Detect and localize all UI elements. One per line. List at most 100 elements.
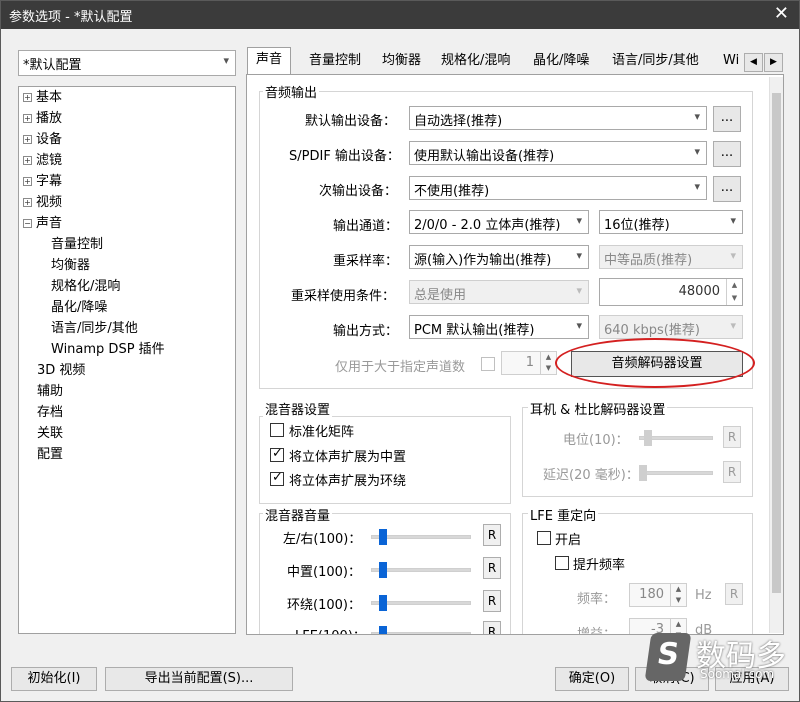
output-channel-select[interactable]: 2/0/0 - 2.0 立体声(推荐) ▾ bbox=[409, 210, 589, 234]
default-device-label: 默认输出设备： bbox=[305, 114, 397, 129]
ok-button[interactable]: 确定(O) bbox=[555, 667, 629, 691]
spdif-value: 使用默认输出设备(推荐) bbox=[414, 149, 555, 164]
delay-reset-button[interactable]: R bbox=[723, 461, 741, 483]
center-volume-thumb[interactable] bbox=[379, 562, 387, 578]
delay-slider[interactable] bbox=[639, 471, 713, 475]
sample-rate-spinner[interactable]: 48000 ▲ ▼ bbox=[599, 278, 743, 306]
surround-volume-thumb[interactable] bbox=[379, 595, 387, 611]
collapse-icon[interactable]: − bbox=[23, 219, 32, 228]
expand-icon[interactable]: + bbox=[23, 135, 32, 144]
lfe-enable-checkbox[interactable] bbox=[537, 531, 551, 545]
bit-depth-select[interactable]: 16位(推荐) ▾ bbox=[599, 210, 743, 234]
scrollbar-thumb[interactable] bbox=[772, 93, 781, 593]
spdif-label: S/PDIF 输出设备： bbox=[289, 149, 400, 164]
tree-item-volume-control[interactable]: 音量控制 bbox=[51, 236, 103, 254]
tab-language-sync[interactable]: 语言/同步/其他 bbox=[612, 49, 699, 75]
spdif-browse-button[interactable]: ... bbox=[713, 141, 741, 167]
tree-item-label: 声音 bbox=[36, 216, 63, 231]
delay-slider-thumb[interactable] bbox=[639, 465, 647, 481]
chevron-down-icon: ▾ bbox=[694, 145, 700, 158]
tree-item-device[interactable]: + 设备 bbox=[23, 131, 62, 149]
center-reset-button[interactable]: R bbox=[483, 557, 501, 579]
spdif-select[interactable]: 使用默认输出设备(推荐) ▾ bbox=[409, 141, 707, 165]
resample-rate-select[interactable]: 源(输入)作为输出(推荐) ▾ bbox=[409, 245, 589, 269]
tree-item-equalizer[interactable]: 均衡器 bbox=[51, 257, 90, 275]
export-config-button[interactable]: 导出当前配置(S)... bbox=[105, 667, 293, 691]
watermark-domain: Soomal.com bbox=[700, 667, 775, 681]
tree-item-label: 配置 bbox=[37, 447, 64, 462]
secondary-device-browse-button[interactable]: ... bbox=[713, 176, 741, 202]
tab-scroll-right-icon[interactable]: ▶ bbox=[764, 53, 783, 72]
tree-item-winamp-dsp[interactable]: Winamp DSP 插件 bbox=[51, 341, 165, 359]
min-channels-label: 仅用于大于指定声道数 bbox=[335, 360, 466, 375]
tab-equalizer[interactable]: 均衡器 bbox=[382, 49, 421, 75]
tree-item-filter[interactable]: + 滤镜 bbox=[23, 152, 62, 170]
tab-volume-control[interactable]: 音量控制 bbox=[309, 49, 361, 75]
tree-item-archive[interactable]: 存档 bbox=[37, 404, 63, 422]
output-mode-select[interactable]: PCM 默认输出(推荐) ▾ bbox=[409, 315, 589, 339]
frequency-spinner[interactable]: 180 ▲ ▼ bbox=[629, 583, 687, 607]
chevron-down-icon: ▾ bbox=[694, 110, 700, 123]
expand-surround-checkbox[interactable]: ✓ bbox=[270, 470, 284, 486]
resample-condition-select[interactable]: 总是使用 ▾ bbox=[409, 280, 589, 304]
preferences-window: 参数选项 - *默认配置 ✕ *默认配置 ▾ + 基本 + 播放 + 设备 + 滤镜 +… bbox=[0, 0, 800, 702]
surround-reset-button[interactable]: R bbox=[483, 590, 501, 612]
min-channels-checkbox[interactable] bbox=[481, 357, 495, 371]
bitrate-select[interactable]: 640 kbps(推荐) ▾ bbox=[599, 315, 743, 339]
title-bar: 参数选项 - *默认配置 ✕ bbox=[1, 1, 799, 29]
bit-depth-value: 16位(推荐) bbox=[604, 218, 670, 233]
tab-audio[interactable]: 声音 bbox=[247, 47, 292, 75]
tab-normalize-reverb[interactable]: 规格化/混响 bbox=[441, 49, 510, 75]
secondary-device-select[interactable]: 不使用(推荐) ▾ bbox=[409, 176, 707, 200]
tab-winamp[interactable]: Wi bbox=[723, 49, 739, 75]
default-device-select[interactable]: 自动选择(推荐) ▾ bbox=[409, 106, 707, 130]
lfe-reset-button[interactable]: R bbox=[483, 621, 501, 634]
default-device-browse-button[interactable]: ... bbox=[713, 106, 741, 132]
expand-center-checkbox[interactable]: ✓ bbox=[270, 446, 284, 462]
expand-icon[interactable]: + bbox=[23, 114, 32, 123]
expand-icon[interactable]: + bbox=[23, 156, 32, 165]
tree-item-config[interactable]: 配置 bbox=[37, 446, 63, 464]
tree-item-playback[interactable]: + 播放 bbox=[23, 110, 62, 128]
headphone-dolby-group bbox=[522, 407, 753, 497]
resample-quality-select[interactable]: 中等品质(推荐) ▾ bbox=[599, 245, 743, 269]
standard-matrix-checkbox[interactable] bbox=[270, 423, 284, 437]
boost-frequency-checkbox[interactable] bbox=[555, 556, 569, 570]
spinner-arrows-icon[interactable]: ▲▼ bbox=[540, 352, 556, 374]
tree-item-assist[interactable]: 辅助 bbox=[37, 383, 63, 401]
min-channels-spinner[interactable]: 1 ▲ ▼ bbox=[501, 351, 557, 375]
tree-item-video[interactable]: + 视频 bbox=[23, 194, 62, 212]
tab-crystal-denoise[interactable]: 晶化/降噪 bbox=[533, 49, 589, 75]
output-channel-label: 输出通道： bbox=[333, 219, 399, 234]
chevron-down-icon: ▾ bbox=[730, 249, 736, 262]
lfe-volume-thumb[interactable] bbox=[379, 626, 387, 634]
mixer-settings-title: 混音器设置 bbox=[263, 399, 333, 418]
level-slider-thumb[interactable] bbox=[644, 430, 652, 446]
init-button[interactable]: 初始化(I) bbox=[11, 667, 97, 691]
spinner-arrows-icon[interactable]: ▲▼ bbox=[726, 279, 742, 305]
tree-item-audio[interactable]: − 声音 bbox=[23, 215, 62, 233]
expand-icon[interactable]: + bbox=[23, 198, 32, 207]
level-reset-button[interactable]: R bbox=[723, 426, 741, 448]
tree-item-basic[interactable]: + 基本 bbox=[23, 89, 62, 107]
surround-volume-label: 环绕(100)： bbox=[287, 598, 361, 613]
tree-item-normalize-reverb[interactable]: 规格化/混响 bbox=[51, 278, 120, 296]
tree-item-subtitle[interactable]: + 字幕 bbox=[23, 173, 62, 191]
close-icon[interactable]: ✕ bbox=[774, 3, 789, 24]
lr-volume-thumb[interactable] bbox=[379, 529, 387, 545]
output-mode-label: 输出方式： bbox=[333, 324, 399, 339]
frequency-reset-button[interactable]: R bbox=[725, 583, 743, 605]
tree-item-association[interactable]: 关联 bbox=[37, 425, 63, 443]
tree-item-crystal-denoise[interactable]: 晶化/降噪 bbox=[51, 299, 107, 317]
default-device-value: 自动选择(推荐) bbox=[414, 114, 503, 129]
tree-item-3d-video[interactable]: 3D 视频 bbox=[37, 362, 85, 380]
lr-reset-button[interactable]: R bbox=[483, 524, 501, 546]
lfe-volume-label: LFE(100)： bbox=[295, 625, 366, 634]
panel-scrollbar[interactable] bbox=[769, 77, 783, 633]
expand-icon[interactable]: + bbox=[23, 177, 32, 186]
profile-select[interactable]: *默认配置 ▾ bbox=[18, 50, 236, 76]
tab-scroll-left-icon[interactable]: ◀ bbox=[744, 53, 763, 72]
expand-icon[interactable]: + bbox=[23, 93, 32, 102]
spinner-arrows-icon[interactable]: ▲▼ bbox=[670, 584, 686, 606]
tree-item-language-sync[interactable]: 语言/同步/其他 bbox=[51, 320, 138, 338]
